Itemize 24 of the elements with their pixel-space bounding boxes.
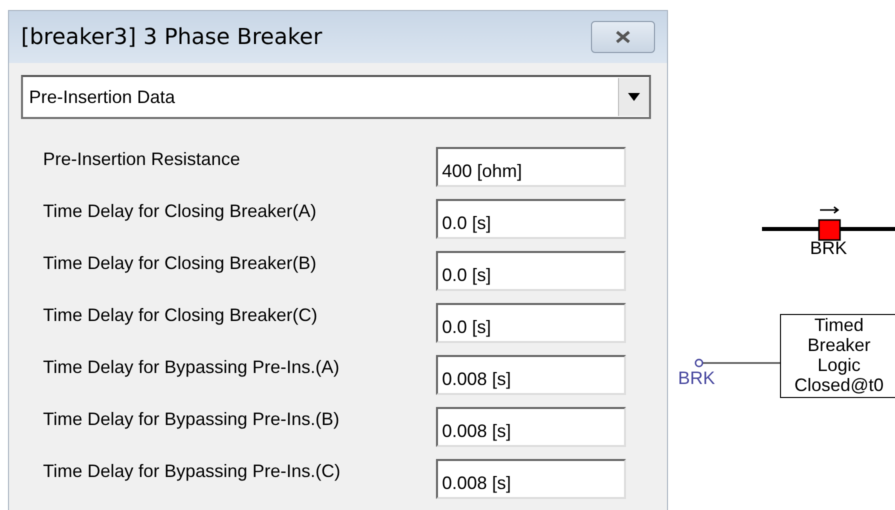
section-dropdown[interactable]: Pre-Insertion Data <box>21 75 651 119</box>
parameter-label: Time Delay for Bypassing Pre-Ins.(B) <box>43 408 340 430</box>
logic-block-text: Logic <box>817 355 861 375</box>
logic-block-text: Closed@t0 <box>794 375 884 395</box>
logic-block-text: Timed <box>814 315 864 335</box>
parameter-field[interactable]: 400 [ohm] <box>436 147 626 187</box>
parameter-field[interactable]: 0.0 [s] <box>436 303 626 343</box>
parameter-field[interactable]: 0.0 [s] <box>436 251 626 291</box>
parameter-label: Time Delay for Closing Breaker(A) <box>43 200 318 222</box>
close-icon <box>614 30 632 44</box>
parameter-label: Time Delay for Bypassing Pre-Ins.(C) <box>43 460 342 482</box>
close-button[interactable] <box>591 21 655 53</box>
logic-block-text: Breaker <box>807 335 871 355</box>
parameter-field[interactable]: 0.008 [s] <box>436 355 626 395</box>
breaker-label: BRK <box>810 238 848 259</box>
parameter-field[interactable]: 0.0 [s] <box>436 199 626 239</box>
parameter-label: Time Delay for Bypassing Pre-Ins.(A) <box>43 356 340 378</box>
parameter-label: Time Delay for Closing Breaker(C) <box>43 304 318 326</box>
window-title: [breaker3] 3 Phase Breaker <box>21 24 322 50</box>
parameter-field[interactable]: 0.008 [s] <box>436 459 626 499</box>
signal-label: BRK <box>678 368 716 389</box>
parameter-label: Pre-Insertion Resistance <box>43 148 242 170</box>
parameter-field[interactable]: 0.008 [s] <box>436 407 626 447</box>
parameter-label: Time Delay for Closing Breaker(B) <box>43 252 318 274</box>
